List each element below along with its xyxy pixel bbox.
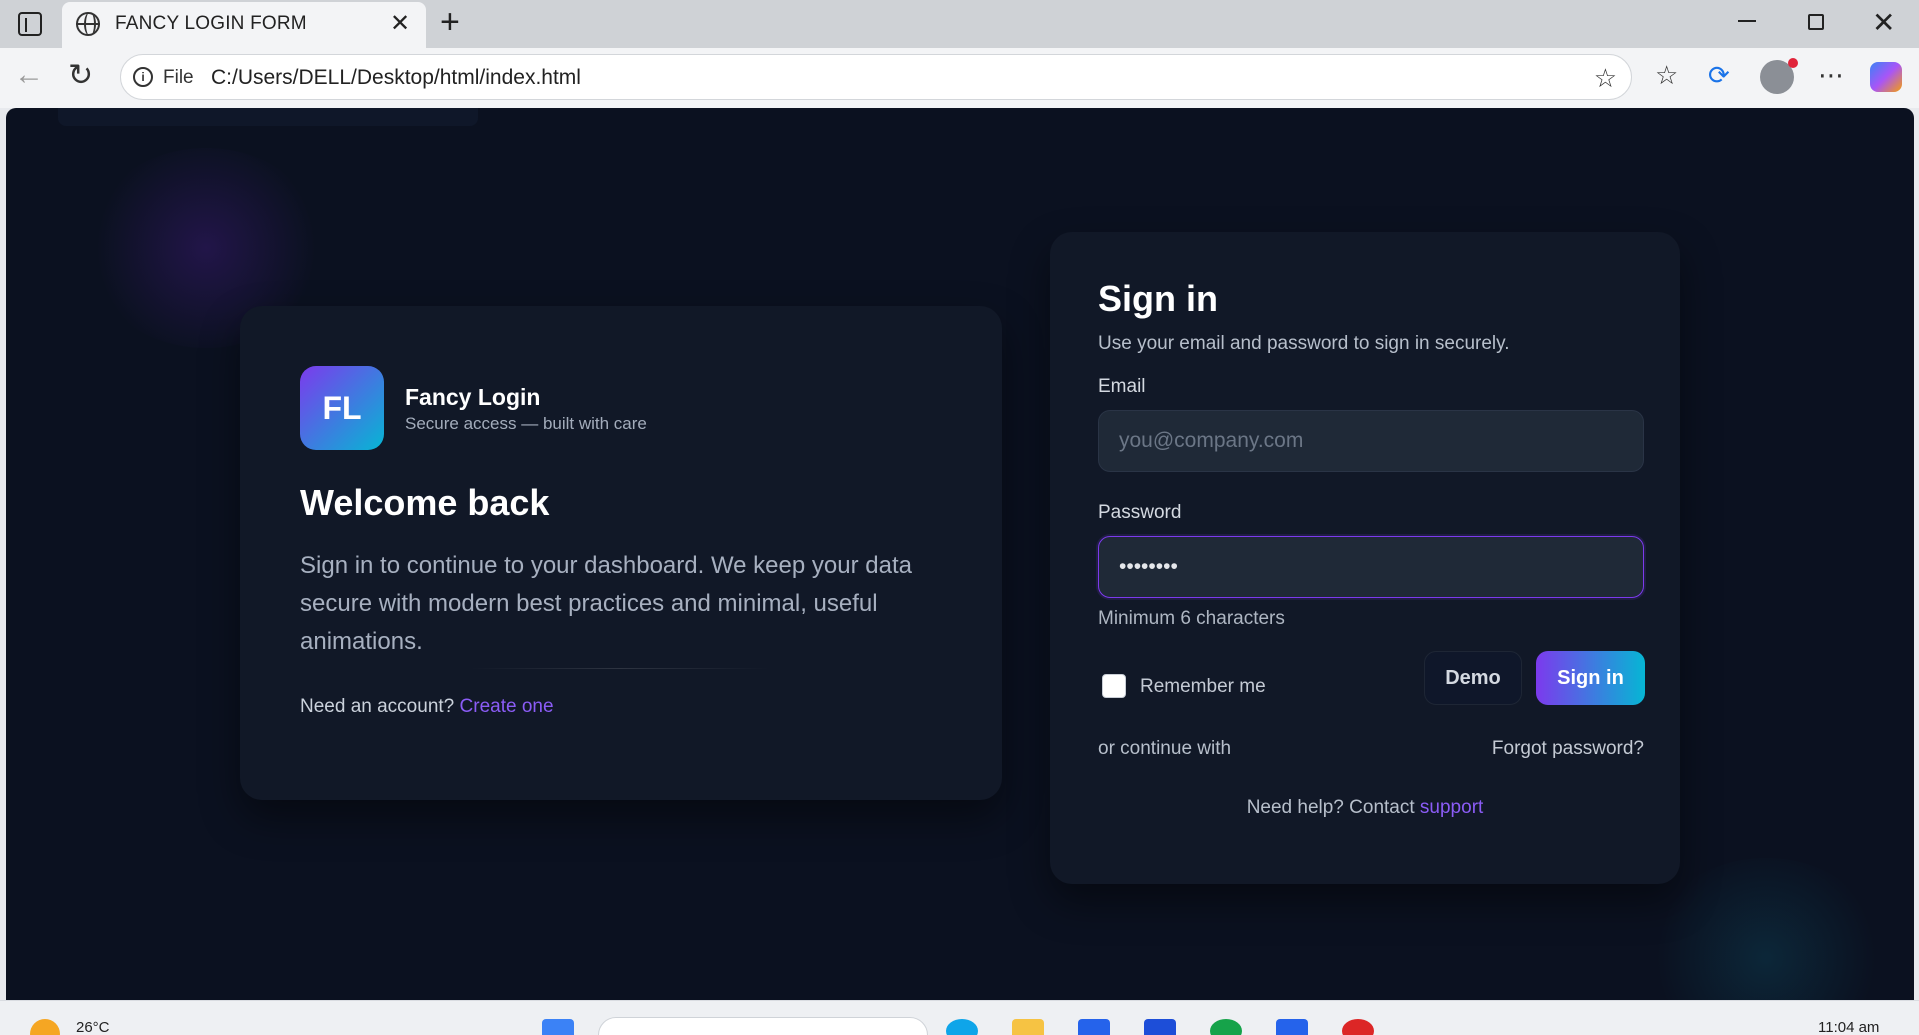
or-continue-text: or continue with <box>1098 738 1232 759</box>
edge-icon[interactable] <box>946 1019 978 1035</box>
welcome-heading: Welcome back <box>300 482 550 523</box>
favorite-star-icon[interactable]: ☆ <box>1594 63 1617 94</box>
reload-icon[interactable]: ↻ <box>68 58 93 93</box>
vscode-icon[interactable] <box>1276 1019 1308 1035</box>
globe-icon <box>76 12 100 36</box>
taskbar-search[interactable] <box>598 1017 928 1035</box>
create-account-link[interactable]: Create one <box>460 696 554 717</box>
favorites-icon[interactable]: ☆ <box>1655 60 1678 91</box>
signin-subtitle: Use your email and password to sign in s… <box>1098 333 1510 354</box>
signin-title: Sign in <box>1098 278 1218 319</box>
more-menu-icon[interactable]: ⋯ <box>1818 60 1844 91</box>
profile-avatar[interactable] <box>1760 58 1798 94</box>
file-explorer-icon[interactable] <box>1012 1019 1044 1035</box>
browser-essentials-icon[interactable]: ⟳ <box>1708 60 1730 91</box>
start-icon[interactable] <box>542 1019 574 1035</box>
brand-logo: FL <box>300 366 384 450</box>
brand-tagline: Secure access — built with care <box>405 414 647 433</box>
back-icon[interactable]: ← <box>14 58 44 92</box>
remember-label[interactable]: Remember me <box>1140 676 1266 698</box>
welcome-description: Sign in to continue to your dashboard. W… <box>300 552 912 655</box>
page-viewport: FL Fancy Login Secure access — built wit… <box>6 108 1914 1000</box>
brand-name: Fancy Login <box>405 384 541 410</box>
signin-button[interactable]: Sign in <box>1536 651 1645 705</box>
chrome-icon[interactable] <box>1342 1019 1374 1035</box>
new-tab-icon[interactable]: + <box>440 3 460 42</box>
password-field[interactable] <box>1098 536 1644 598</box>
email-field[interactable] <box>1098 410 1644 472</box>
address-scheme-label: File <box>163 67 194 88</box>
help-text: Need help? Contact <box>1246 797 1415 818</box>
store-icon[interactable] <box>1078 1019 1110 1035</box>
minimize-icon[interactable] <box>1738 20 1756 22</box>
restore-icon[interactable] <box>1808 14 1824 30</box>
copilot-icon[interactable] <box>1870 62 1902 92</box>
top-ghost-bar <box>58 108 478 126</box>
remember-checkbox[interactable] <box>1102 674 1126 698</box>
welcome-card: FL Fancy Login Secure access — built wit… <box>240 306 1002 800</box>
whatsapp-icon[interactable] <box>1210 1019 1242 1035</box>
tab-active[interactable]: FANCY LOGIN FORM ✕ <box>62 2 426 48</box>
divider <box>470 668 770 669</box>
password-label: Password <box>1098 502 1182 523</box>
address-bar[interactable]: i File C:/Users/DELL/Desktop/html/index.… <box>120 54 1632 100</box>
demo-button[interactable]: Demo <box>1424 651 1522 705</box>
support-link[interactable]: support <box>1420 797 1483 818</box>
window-close-icon[interactable]: ✕ <box>1872 6 1895 39</box>
tab-actions-icon[interactable] <box>18 12 42 36</box>
need-account-text: Need an account? <box>300 696 455 717</box>
tab-close-icon[interactable]: ✕ <box>390 9 410 38</box>
mail-icon[interactable] <box>1144 1019 1176 1035</box>
forgot-password-link[interactable]: Forgot password? <box>1492 738 1644 760</box>
signin-card: Sign in Use your email and password to s… <box>1050 232 1680 884</box>
os-taskbar: 26°C 11:04 am <box>0 1000 1919 1035</box>
info-icon[interactable]: i <box>133 67 153 87</box>
background-glow <box>1646 858 1886 1000</box>
address-url[interactable]: C:/Users/DELL/Desktop/html/index.html <box>211 66 581 90</box>
weather-icon[interactable] <box>30 1019 60 1035</box>
browser-tab-bar: FANCY LOGIN FORM ✕ + ✕ <box>0 0 1919 48</box>
temperature: 26°C <box>76 1019 110 1035</box>
clock-time: 11:04 am <box>1818 1019 1880 1035</box>
help-line: Need help? Contact support <box>1050 797 1680 819</box>
email-label: Email <box>1098 376 1146 397</box>
need-account-line: Need an account? Create one <box>300 696 554 718</box>
tab-title: FANCY LOGIN FORM <box>115 13 307 34</box>
browser-toolbar: ← ↻ i File C:/Users/DELL/Desktop/html/in… <box>0 48 1919 108</box>
password-hint: Minimum 6 characters <box>1098 608 1285 629</box>
